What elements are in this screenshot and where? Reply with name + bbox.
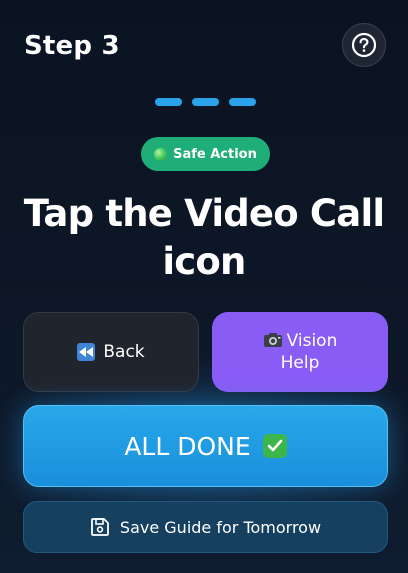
back-button[interactable]: Back xyxy=(23,312,199,392)
progress-step-1 xyxy=(155,98,182,106)
check-mark-icon xyxy=(262,434,287,458)
progress-step-3 xyxy=(229,98,256,106)
vision-label-line1: Vision xyxy=(286,331,338,351)
rewind-icon xyxy=(77,343,96,361)
progress-indicator xyxy=(155,98,256,106)
save-guide-label: Save Guide for Tomorrow xyxy=(119,517,322,537)
all-done-button[interactable]: ALL DONE xyxy=(23,405,388,487)
green-circle-icon xyxy=(154,147,168,161)
safe-action-badge: Safe Action xyxy=(141,137,270,171)
safe-action-label: Safe Action xyxy=(173,146,257,162)
progress-step-2 xyxy=(192,98,219,106)
floppy-disk-icon xyxy=(91,518,109,536)
vision-help-button[interactable]: Vision Help xyxy=(212,312,388,392)
save-guide-button[interactable]: Save Guide for Tomorrow xyxy=(23,501,388,553)
step-title: Step 3 xyxy=(24,31,120,61)
question-circle-icon xyxy=(351,32,377,58)
guide-screen: Step 3 Safe Action Tap the Video Call ic… xyxy=(0,0,408,573)
help-button[interactable] xyxy=(342,23,386,67)
all-done-label: ALL DONE xyxy=(124,431,251,461)
instruction-title: Tap the Video Call icon xyxy=(23,192,385,283)
camera-icon xyxy=(263,332,283,353)
vision-label-line2: Help xyxy=(280,353,320,373)
back-label: Back xyxy=(103,342,145,362)
